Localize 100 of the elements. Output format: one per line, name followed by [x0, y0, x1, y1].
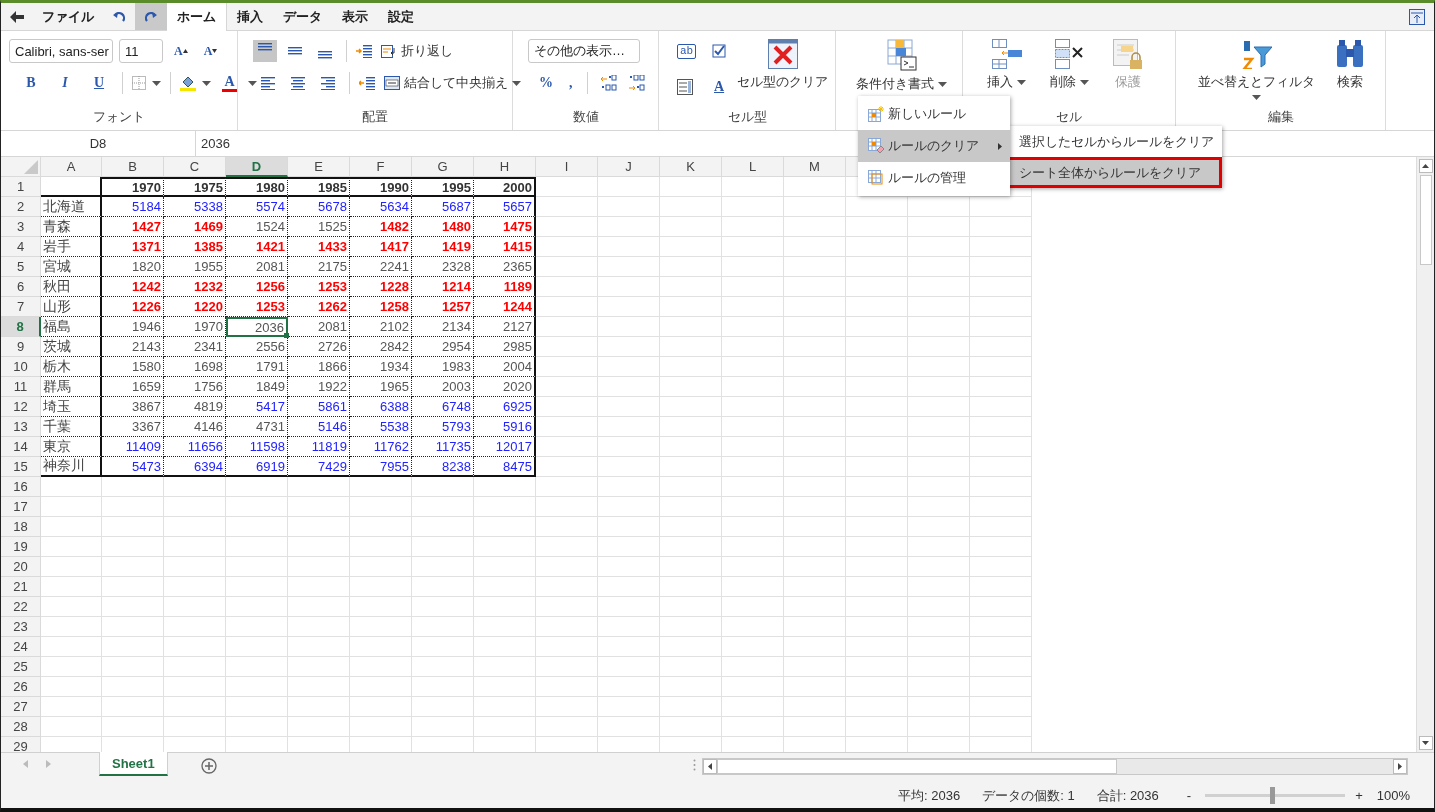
label-style-button[interactable]: A — [709, 79, 730, 95]
row-header[interactable]: 2 — [1, 197, 41, 217]
row-header[interactable]: 8 — [1, 317, 41, 337]
wrap-text-button[interactable]: 折り返し — [378, 40, 456, 62]
row-header[interactable]: 24 — [1, 637, 41, 657]
column-header[interactable]: K — [660, 157, 722, 177]
percent-button[interactable]: % — [534, 75, 558, 91]
scroll-down-icon[interactable] — [1422, 741, 1429, 745]
row-header[interactable]: 11 — [1, 377, 41, 397]
row-header[interactable]: 9 — [1, 337, 41, 357]
row-header[interactable]: 21 — [1, 577, 41, 597]
sheet-tab[interactable]: Sheet1 — [99, 752, 168, 776]
merge-center-button[interactable]: 結合して中央揃え — [381, 72, 524, 94]
caret-icon[interactable] — [938, 81, 947, 87]
scroll-left-icon[interactable] — [707, 763, 712, 770]
scrollbar-thumb[interactable] — [1419, 175, 1432, 265]
row-header[interactable]: 7 — [1, 297, 41, 317]
column-header[interactable]: B — [102, 157, 164, 177]
column-header[interactable]: E — [288, 157, 350, 177]
row-header[interactable]: 3 — [1, 217, 41, 237]
add-sheet-icon[interactable] — [200, 758, 217, 774]
comma-button[interactable]: , — [564, 75, 578, 91]
indent-icon[interactable] — [356, 44, 372, 58]
back-arrow-icon[interactable] — [10, 10, 24, 23]
align-right-icon[interactable] — [321, 76, 335, 90]
caret-icon[interactable] — [248, 80, 257, 86]
ribbon-button[interactable]: 検索 — [1325, 39, 1375, 108]
row-header[interactable]: 19 — [1, 537, 41, 557]
scrollbar-thumb[interactable] — [716, 759, 1117, 774]
fill-color-icon[interactable] — [180, 75, 196, 91]
row-header[interactable]: 1 — [1, 177, 41, 197]
row-header[interactable]: 28 — [1, 717, 41, 737]
ribbon-tab[interactable]: 設定 — [378, 3, 424, 30]
zoom-in-button[interactable]: + — [1355, 788, 1363, 803]
outdent-icon[interactable] — [359, 76, 375, 90]
row-header[interactable]: 4 — [1, 237, 41, 257]
row-header[interactable]: 5 — [1, 257, 41, 277]
column-header[interactable]: H — [474, 157, 536, 177]
ribbon-button[interactable]: 並べ替えとフィルタ — [1188, 39, 1325, 108]
checkbox-icon[interactable] — [712, 44, 727, 58]
clear-cell-type-button[interactable]: セル型のクリア — [737, 39, 837, 108]
align-center-icon[interactable] — [291, 76, 305, 90]
menu-item[interactable]: シート全体からルールをクリア — [1007, 157, 1222, 188]
increase-decimal-icon[interactable] — [600, 75, 617, 91]
column-header[interactable]: A — [41, 157, 102, 177]
row-header[interactable]: 16 — [1, 477, 41, 497]
menu-item[interactable]: ルールのクリア — [858, 130, 1010, 162]
caret-icon[interactable] — [512, 80, 521, 86]
caret-icon[interactable] — [202, 80, 211, 86]
grow-font-button[interactable]: A — [169, 43, 193, 59]
splitter-dots-icon[interactable] — [692, 759, 696, 771]
row-header[interactable]: 17 — [1, 497, 41, 517]
decrease-decimal-icon[interactable] — [628, 75, 645, 91]
column-header[interactable]: D — [226, 157, 288, 177]
row-header[interactable]: 22 — [1, 597, 41, 617]
row-header[interactable]: 12 — [1, 397, 41, 417]
row-header[interactable]: 14 — [1, 437, 41, 457]
caret-icon[interactable] — [1080, 79, 1089, 85]
column-header[interactable]: J — [598, 157, 660, 177]
ribbon-tab[interactable]: 表示 — [332, 3, 378, 30]
align-left-icon[interactable] — [261, 76, 275, 90]
row-header[interactable]: 27 — [1, 697, 41, 717]
vertical-scrollbar[interactable] — [1416, 157, 1434, 752]
column-header[interactable]: F — [350, 157, 412, 177]
ribbon-button[interactable]: 削除 — [1038, 39, 1101, 108]
align-top-button[interactable] — [253, 40, 277, 62]
row-header[interactable]: 20 — [1, 557, 41, 577]
shrink-font-button[interactable]: A — [198, 43, 223, 59]
italic-button[interactable]: I — [51, 75, 79, 91]
caret-icon[interactable] — [1252, 95, 1261, 100]
ribbon-tab[interactable]: データ — [273, 3, 332, 30]
row-header[interactable]: 18 — [1, 517, 41, 537]
horizontal-scrollbar[interactable] — [701, 758, 1408, 775]
number-format-dropdown[interactable]: その他の表示… — [528, 39, 640, 63]
font-size-field[interactable]: 11 — [119, 39, 163, 63]
underline-button[interactable]: U — [85, 75, 113, 91]
fill-handle[interactable] — [284, 333, 289, 338]
zoom-out-button[interactable]: - — [1186, 788, 1192, 803]
row-header[interactable]: 23 — [1, 617, 41, 637]
menu-item[interactable]: ルールの管理 — [858, 162, 1010, 194]
textbox-button[interactable]: ab — [677, 43, 697, 59]
list-box-icon[interactable] — [677, 79, 693, 95]
row-header[interactable]: 29 — [1, 737, 41, 752]
bold-button[interactable]: B — [17, 75, 45, 91]
caret-icon[interactable] — [1017, 79, 1026, 85]
row-header[interactable]: 26 — [1, 677, 41, 697]
column-header[interactable]: I — [536, 157, 598, 177]
scroll-up-icon[interactable] — [1422, 164, 1429, 168]
scroll-right-icon[interactable] — [1397, 763, 1402, 770]
ribbon-tab[interactable]: ホーム — [167, 3, 227, 31]
redo-button[interactable] — [135, 3, 167, 30]
row-header[interactable]: 6 — [1, 277, 41, 297]
name-box[interactable]: D8 — [1, 131, 196, 156]
column-header[interactable]: M — [784, 157, 846, 177]
caret-icon[interactable] — [152, 80, 161, 86]
row-header[interactable]: 10 — [1, 357, 41, 377]
menu-item[interactable]: 選択したセルからルールをクリア — [1007, 126, 1222, 157]
column-header[interactable]: G — [412, 157, 474, 177]
row-header[interactable]: 13 — [1, 417, 41, 437]
font-name-field[interactable]: Calibri, sans-ser — [9, 39, 113, 63]
